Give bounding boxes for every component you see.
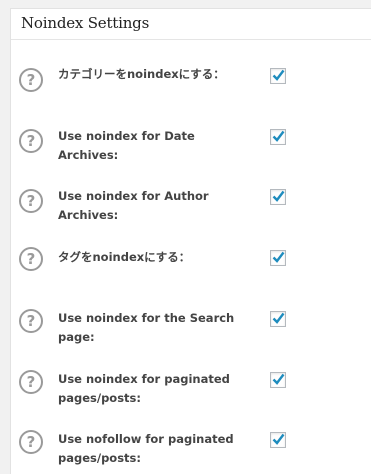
- paginated-nofollow-checkbox[interactable]: [270, 432, 286, 448]
- help-icon[interactable]: ?: [19, 129, 43, 153]
- help-icon[interactable]: ?: [19, 430, 43, 454]
- author-archives-noindex-checkbox[interactable]: [270, 189, 286, 205]
- setting-label: タグをnoindexにする：: [58, 250, 191, 264]
- setting-label: Use noindex for paginated pages/posts:: [58, 372, 230, 405]
- setting-label: カテゴリーをnoindexにする：: [58, 67, 225, 81]
- noindex-settings-panel: Noindex Settings ? カテゴリーをnoindexにする： ? U…: [10, 8, 371, 474]
- paginated-noindex-checkbox[interactable]: [270, 372, 286, 388]
- help-icon[interactable]: ?: [19, 68, 43, 92]
- help-icon[interactable]: ?: [19, 370, 43, 394]
- checkmark-icon: [272, 251, 285, 263]
- panel-header: Noindex Settings: [11, 9, 371, 40]
- help-icon[interactable]: ?: [19, 247, 43, 271]
- checkmark-icon: [272, 69, 285, 81]
- panel-title: Noindex Settings: [21, 14, 150, 32]
- checkmark-icon: [272, 433, 285, 445]
- checkmark-icon: [272, 373, 285, 385]
- setting-label: Use noindex for Author Archives:: [58, 189, 209, 222]
- search-page-noindex-checkbox[interactable]: [270, 311, 286, 327]
- checkmark-icon: [272, 312, 285, 324]
- category-noindex-checkbox[interactable]: [270, 68, 286, 84]
- help-icon[interactable]: ?: [19, 189, 43, 213]
- date-archives-noindex-checkbox[interactable]: [270, 129, 286, 145]
- setting-label: Use nofollow for paginated pages/posts:: [58, 432, 234, 465]
- tag-noindex-checkbox[interactable]: [270, 250, 286, 266]
- setting-label: Use noindex for the Search page:: [58, 311, 235, 344]
- checkmark-icon: [272, 190, 285, 202]
- help-icon[interactable]: ?: [19, 309, 43, 333]
- setting-label: Use noindex for Date Archives:: [58, 129, 195, 162]
- checkmark-icon: [272, 130, 285, 142]
